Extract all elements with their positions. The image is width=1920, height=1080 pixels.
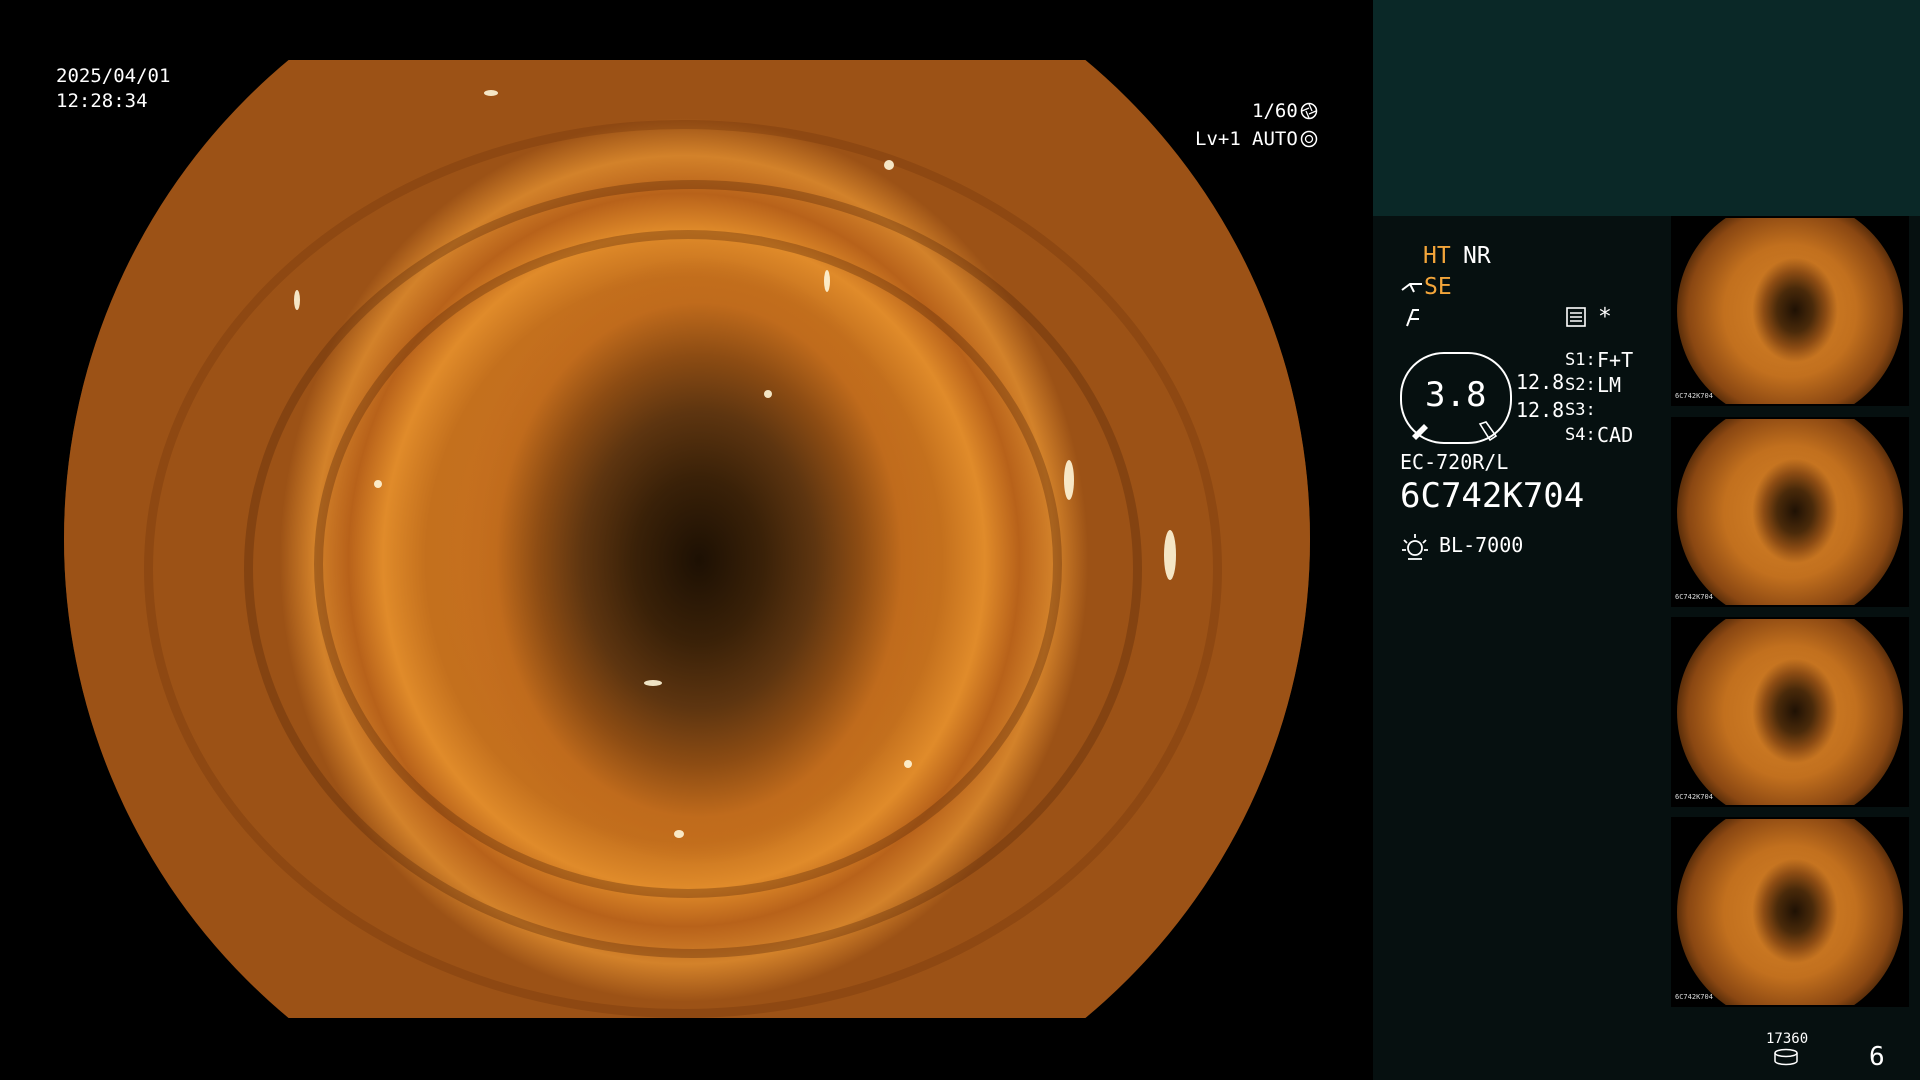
s4-value: CAD [1597,423,1634,447]
endoscope-image [64,60,1310,1018]
settings-icon [1566,307,1586,327]
thumbnail-4[interactable]: 6C742K704 [1671,817,1909,1007]
endoscope-view: 2025/04/01 12:28:34 1/60 Lv+1 AUTO [0,0,1373,1080]
thumbnail-2[interactable]: 6C742K704 [1671,417,1909,607]
s1-value: F+T [1597,348,1634,372]
shutter-icon [1300,102,1318,120]
storage-count: 17360 [1766,1031,1809,1047]
panel-header [1373,0,1920,216]
image-count: 6 [1869,1042,1885,1072]
status-panel: HT NR SE * 3.8 12.8 12.8 S1: F+T S2: LM … [1373,0,1920,1080]
value-b: 12.8 [1516,398,1565,422]
scope-serial: 6C742K704 [1400,476,1585,516]
s3-label: S3: [1565,400,1596,420]
thumbnail-label: 6C742K704 [1675,793,1713,801]
gauge-value: 3.8 [1425,375,1487,415]
lamp-icon [1402,534,1428,560]
light-source: BL-7000 [1439,533,1524,557]
thumbnail-3[interactable]: 6C742K704 [1671,617,1909,807]
s4-label: S4: [1565,425,1596,445]
s2-label: S2: [1565,375,1596,395]
thumbnail-label: 6C742K704 [1675,392,1713,400]
se-label: SE [1424,274,1452,300]
s2-value: LM [1597,373,1622,397]
shutter-text: 1/60 [1252,100,1298,122]
s1-label: S1: [1565,350,1596,370]
iris-icon [1300,130,1318,148]
scope-model: EC-720R/L [1400,450,1509,474]
storage-icon [1774,1048,1798,1066]
thumbnail-label: 6C742K704 [1675,593,1713,601]
nr-label: NR [1463,243,1491,269]
ht-label: HT [1423,243,1451,269]
date-text: 2025/04/01 [56,65,171,87]
gauge-marker-icon [1412,421,1498,442]
enhance-icon [1406,309,1419,327]
iris-text: AUTO [1252,128,1298,150]
asterisk-icon: * [1598,304,1612,330]
time-text: 12:28:34 [56,90,148,112]
thumbnail-label: 6C742K704 [1675,993,1713,1001]
scissors-icon [1401,283,1422,293]
value-a: 12.8 [1516,370,1565,394]
thumbnail-1[interactable]: 6C742K704 [1671,216,1909,406]
level-text: Lv+1 [1195,128,1241,150]
